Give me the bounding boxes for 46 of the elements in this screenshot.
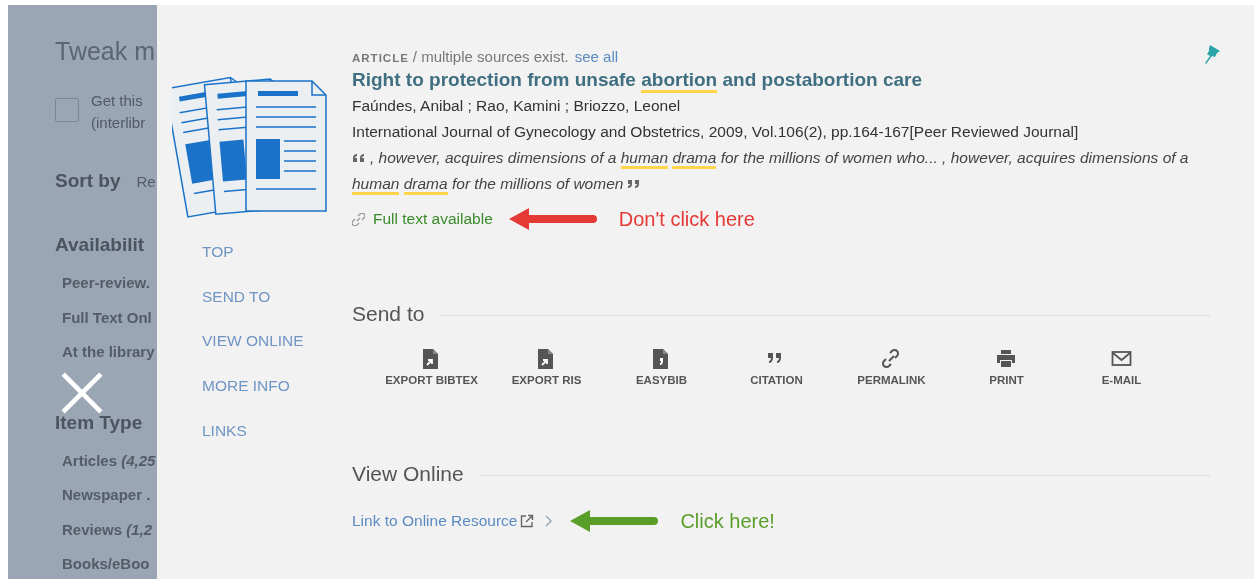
send-to-action[interactable]: CITATION xyxy=(719,348,834,386)
link-icon xyxy=(352,212,365,226)
online-resource-link[interactable]: Link to Online Resource xyxy=(352,512,535,530)
facet-heading: Item Type xyxy=(55,411,144,434)
facet-heading: Availabilit xyxy=(55,234,146,256)
nav-link[interactable]: TOP xyxy=(202,230,234,275)
send-to-action[interactable]: EASYBIB xyxy=(604,348,719,386)
facet-item[interactable]: Books/eBoo xyxy=(62,547,157,579)
full-text-link[interactable]: Full text available xyxy=(352,210,493,228)
record-authors: Faúndes, Anibal ; Rao, Kamini ; Briozzo, Leonel xyxy=(352,96,682,116)
external-link-icon xyxy=(520,514,535,528)
sort-label: Sort by xyxy=(55,170,121,192)
send-to-action[interactable]: E-MAIL xyxy=(1064,348,1179,386)
record-title[interactable]: Right to protection from unsafe abortion and postabortion care xyxy=(352,67,1210,93)
sources-note: / multiple sources exist. xyxy=(412,48,569,65)
nav-link[interactable]: LINKS xyxy=(202,408,247,454)
pin-icon[interactable] xyxy=(1203,44,1221,64)
facet-item[interactable]: Reviews (1,2 xyxy=(62,512,157,547)
send-to-action[interactable]: PRINT xyxy=(949,348,1064,386)
facet-item[interactable]: Articles (4,25 xyxy=(62,443,157,478)
facet-item[interactable]: Peer-review. xyxy=(62,266,157,301)
close-icon[interactable] xyxy=(60,371,104,415)
annotation-text: Click here! xyxy=(680,509,775,533)
section-heading: View Online xyxy=(352,462,464,486)
checkbox-label: Get this (interlibr xyxy=(91,91,146,133)
section-heading: Send to xyxy=(352,302,425,326)
item-type: ARTICLE xyxy=(352,52,409,64)
facet-item[interactable]: Full Text Onl xyxy=(62,300,157,335)
nav-link[interactable]: VIEW ONLINE xyxy=(202,319,304,365)
sidebar-heading: Tweak m xyxy=(55,37,157,66)
printer-icon xyxy=(996,348,1017,370)
nav-link[interactable]: MORE INFO xyxy=(202,364,290,409)
send-to-action[interactable]: EXPORT BIBTEX xyxy=(374,348,489,386)
annotation-text: Don't click here xyxy=(618,207,755,231)
facet-item[interactable]: Newspaper . xyxy=(62,478,157,513)
checkbox[interactable] xyxy=(55,98,79,122)
send-to-action[interactable]: EXPORT RIS xyxy=(489,348,604,386)
send-to-action[interactable]: PERMALINK xyxy=(834,348,949,386)
record-source: International Journal of Gynecology and Obstetrics, 2009, Vol.106(2), pp.164-167[Peer Reviewed Journal] xyxy=(352,122,1080,142)
nav-link[interactable]: SEND TO xyxy=(202,274,271,320)
chevron-icon[interactable] xyxy=(544,514,555,528)
sort-value[interactable]: Re xyxy=(136,173,156,190)
see-all-link[interactable]: see all xyxy=(574,48,619,65)
record-snippet: , however, acquires dimensions of a human drama for the millions of women who... , however, acquires dimensions of a human drama for the millions of women xyxy=(352,145,1210,197)
link-icon xyxy=(881,348,902,370)
facet-item[interactable]: At the library xyxy=(62,335,157,370)
